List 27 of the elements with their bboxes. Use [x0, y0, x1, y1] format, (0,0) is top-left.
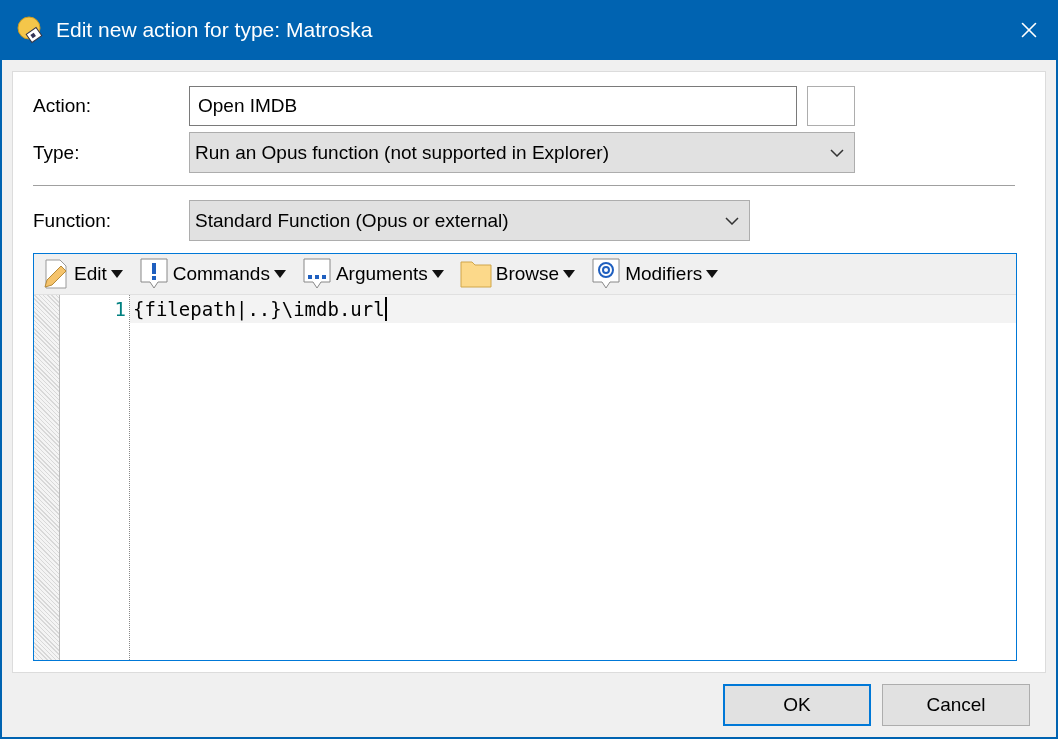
icon-picker-button[interactable] — [807, 86, 855, 126]
line-number: 1 — [114, 297, 126, 322]
caret-icon — [431, 270, 444, 278]
folder-icon — [459, 260, 492, 288]
speech-bubble-dots-icon — [301, 258, 332, 290]
action-input[interactable]: Open IMDB — [189, 86, 797, 126]
speech-bubble-exclamation-icon — [138, 258, 169, 290]
speech-bubble-at-icon — [591, 258, 622, 290]
dialog-button[interactable]: Cancel — [882, 684, 1030, 726]
toolbar-menu-button[interactable]: Commands — [134, 258, 290, 290]
toolbar-menu-button[interactable]: Edit — [38, 259, 127, 289]
caret-icon — [706, 270, 719, 278]
caret-icon — [110, 270, 123, 278]
toolbar-menu-button[interactable]: Arguments — [297, 258, 448, 290]
type-dropdown[interactable]: Run an Opus function (not supported in Explorer) — [189, 132, 855, 173]
function-dropdown[interactable]: Standard Function (Opus or external) — [189, 200, 750, 241]
caret-icon — [563, 270, 576, 278]
toolbar-menu-button[interactable]: Browse — [455, 260, 580, 288]
code-editor[interactable]: Edit Commands Arguments Browse Modifiers 1 {filepath|..}\imdb.url — [33, 253, 1017, 661]
caret-icon — [273, 270, 286, 278]
field-label: Function: — [33, 209, 113, 232]
pencil-icon — [42, 259, 70, 289]
field-label: Type: — [33, 141, 81, 164]
dialog-button[interactable]: OK — [723, 684, 871, 726]
field-label: Action: — [33, 95, 93, 117]
window-title: Edit new action for type: Matroska — [56, 18, 374, 42]
toolbar-menu-button[interactable]: Modifiers — [587, 258, 723, 290]
